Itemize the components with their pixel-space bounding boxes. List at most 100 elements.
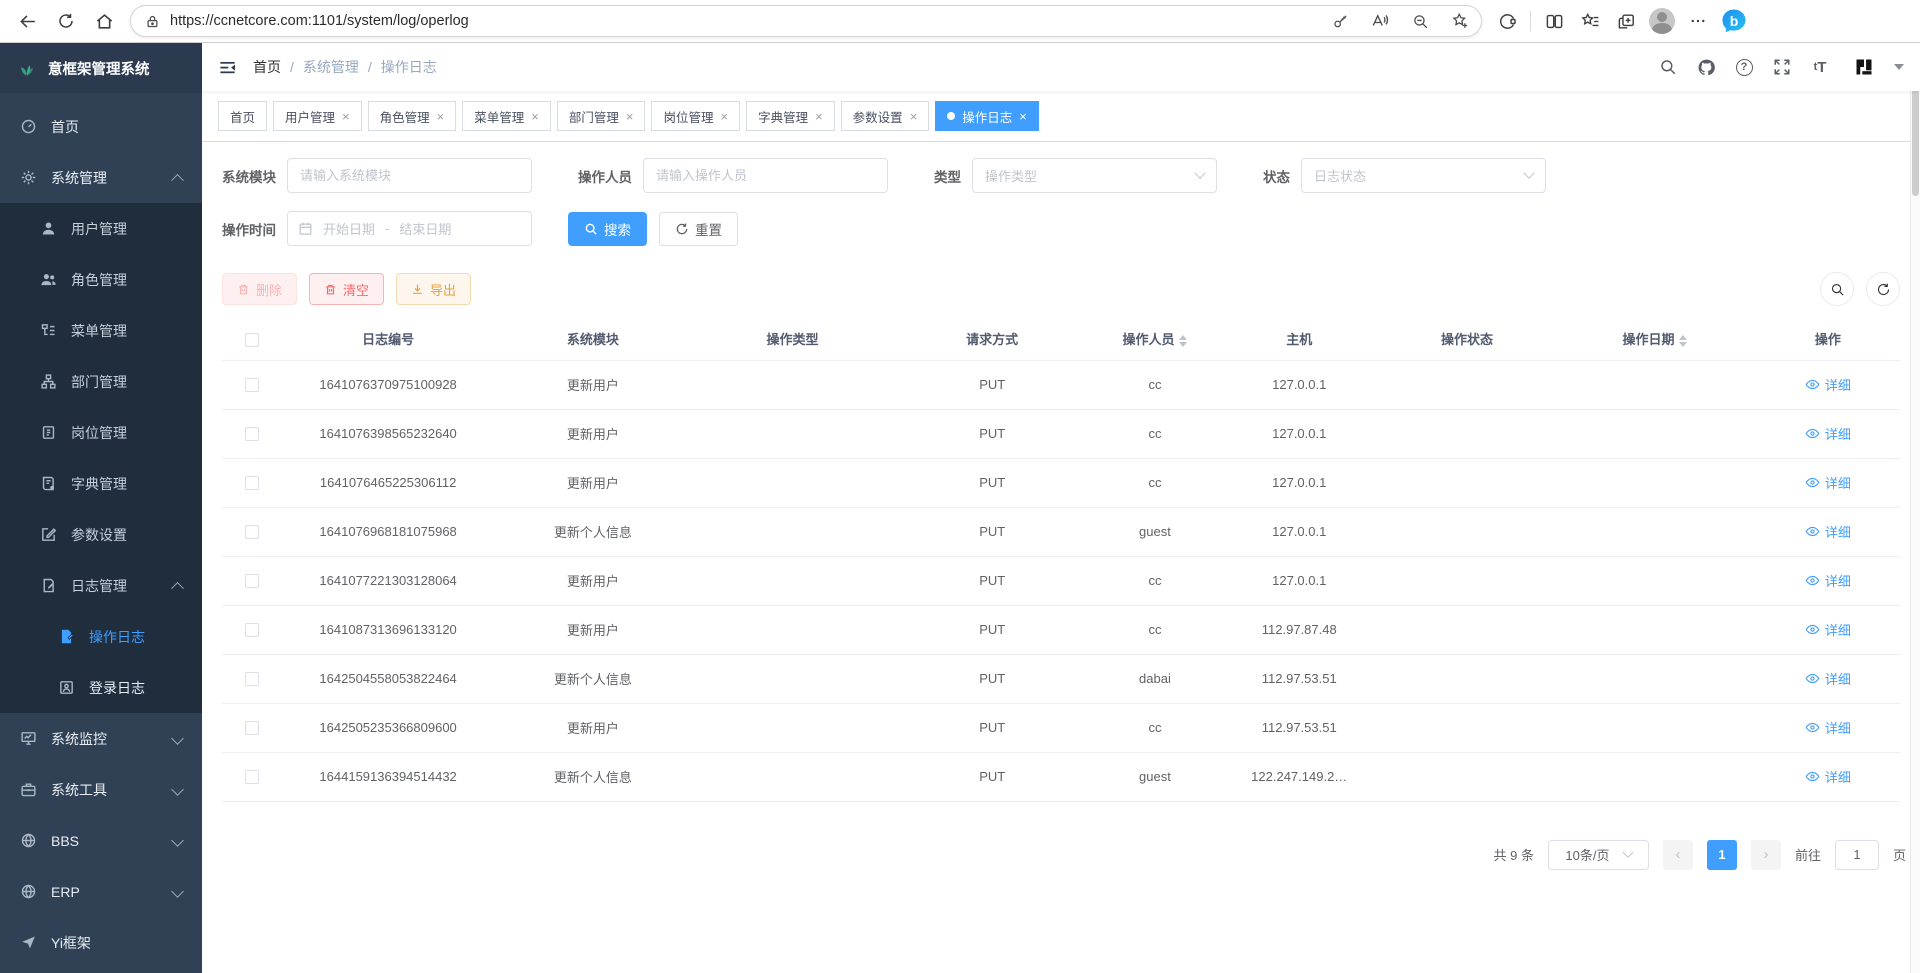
address-bar[interactable]: https://ccnetcore.com:1101/system/log/op…: [130, 5, 1482, 37]
lock-icon[interactable]: [145, 14, 160, 29]
detail-link[interactable]: 详细: [1805, 620, 1851, 639]
sidebar-item-oper-log[interactable]: 操作日志: [0, 611, 202, 662]
browser-back-button[interactable]: [10, 4, 46, 38]
sidebar-item-tools[interactable]: 系统工具: [0, 764, 202, 815]
browser-profile-avatar[interactable]: [1645, 4, 1679, 38]
browser-menu-icon[interactable]: [1681, 4, 1715, 38]
detail-link[interactable]: 详细: [1805, 669, 1851, 688]
tab-post-mgmt[interactable]: 岗位管理×: [651, 101, 740, 131]
detail-link[interactable]: 详细: [1805, 424, 1851, 443]
split-screen-icon[interactable]: [1537, 4, 1571, 38]
export-button[interactable]: 导出: [396, 273, 471, 305]
sidebar-item-home[interactable]: 首页: [0, 101, 202, 152]
sidebar-item-role-mgmt[interactable]: 角色管理: [0, 254, 202, 305]
page-scrollbar[interactable]: [1910, 43, 1920, 973]
browser-refresh-button[interactable]: [48, 4, 84, 38]
sidebar-item-erp[interactable]: ERP: [0, 866, 202, 917]
detail-link[interactable]: 详细: [1805, 767, 1851, 786]
sidebar-item-login-log[interactable]: 登录日志: [0, 662, 202, 713]
read-aloud-icon[interactable]: [1365, 7, 1395, 35]
sidebar-item-post-mgmt[interactable]: 岗位管理: [0, 407, 202, 458]
sidebar-item-monitor[interactable]: 系统监控: [0, 713, 202, 764]
status-select[interactable]: 日志状态: [1301, 158, 1546, 193]
breadcrumb-system[interactable]: 系统管理: [303, 57, 359, 77]
row-checkbox[interactable]: [245, 574, 259, 588]
goto-page-input[interactable]: [1835, 840, 1879, 870]
help-icon[interactable]: ?: [1734, 57, 1754, 77]
current-page-button[interactable]: 1: [1707, 840, 1737, 870]
date-range-picker[interactable]: 开始日期 - 结束日期: [287, 211, 532, 246]
tab-menu-mgmt[interactable]: 菜单管理×: [462, 101, 551, 131]
profile-caret-icon[interactable]: [1894, 64, 1904, 70]
refresh-table-button[interactable]: [1866, 272, 1900, 306]
sidebar-item-system[interactable]: 系统管理: [0, 152, 202, 203]
sidebar-item-param-settings[interactable]: 参数设置: [0, 509, 202, 560]
sidebar-item-yi-framework[interactable]: Yi框架: [0, 917, 202, 968]
sidebar-item-dict-mgmt[interactable]: 字典管理: [0, 458, 202, 509]
close-icon[interactable]: ×: [1019, 110, 1027, 123]
row-checkbox[interactable]: [245, 623, 259, 637]
font-size-icon[interactable]: tT: [1810, 57, 1830, 77]
password-key-icon[interactable]: [1325, 7, 1355, 35]
sidebar-item-menu-mgmt[interactable]: 菜单管理: [0, 305, 202, 356]
close-icon[interactable]: ×: [437, 110, 445, 123]
search-button[interactable]: 搜索: [568, 212, 647, 246]
tab-dict-mgmt[interactable]: 字典管理×: [746, 101, 835, 131]
bing-copilot-icon[interactable]: b: [1717, 4, 1751, 38]
delete-button[interactable]: 删除: [222, 273, 297, 305]
detail-link[interactable]: 详细: [1805, 718, 1851, 737]
close-icon[interactable]: ×: [815, 110, 823, 123]
detail-link[interactable]: 详细: [1805, 522, 1851, 541]
next-page-button[interactable]: ›: [1751, 840, 1781, 870]
sort-icon[interactable]: [1179, 335, 1187, 347]
sidebar-item-log-mgmt[interactable]: 日志管理: [0, 560, 202, 611]
detail-link[interactable]: 详细: [1805, 473, 1851, 492]
add-favorite-icon[interactable]: [1445, 7, 1475, 35]
tab-user-mgmt[interactable]: 用户管理×: [273, 101, 362, 131]
close-icon[interactable]: ×: [720, 110, 728, 123]
zoom-out-icon[interactable]: [1405, 7, 1435, 35]
operator-input[interactable]: [643, 158, 888, 193]
row-checkbox[interactable]: [245, 770, 259, 784]
collections-icon[interactable]: [1609, 4, 1643, 38]
row-checkbox[interactable]: [245, 476, 259, 490]
close-icon[interactable]: ×: [626, 110, 634, 123]
app-logo[interactable]: 意框架管理系统: [0, 43, 202, 93]
close-icon[interactable]: ×: [342, 110, 350, 123]
row-checkbox[interactable]: [245, 721, 259, 735]
col-date[interactable]: 操作日期: [1554, 318, 1755, 360]
sidebar-item-bbs[interactable]: BBS: [0, 815, 202, 866]
row-checkbox[interactable]: [245, 427, 259, 441]
close-icon[interactable]: ×: [531, 110, 539, 123]
tab-role-mgmt[interactable]: 角色管理×: [368, 101, 457, 131]
url-text[interactable]: https://ccnetcore.com:1101/system/log/op…: [170, 13, 1315, 29]
browser-home-button[interactable]: [86, 4, 122, 38]
detail-link[interactable]: 详细: [1805, 571, 1851, 590]
search-icon[interactable]: [1658, 57, 1678, 77]
clear-button[interactable]: 清空: [309, 273, 384, 305]
github-icon[interactable]: [1696, 57, 1716, 77]
tab-dept-mgmt[interactable]: 部门管理×: [557, 101, 646, 131]
row-checkbox[interactable]: [245, 525, 259, 539]
tab-oper-log[interactable]: 操作日志×: [935, 101, 1039, 131]
reset-button[interactable]: 重置: [659, 212, 738, 246]
show-search-button[interactable]: [1820, 272, 1854, 306]
fullscreen-icon[interactable]: [1772, 57, 1792, 77]
col-operator[interactable]: 操作人员: [1091, 318, 1219, 360]
type-select[interactable]: 操作类型: [972, 158, 1217, 193]
favorites-icon[interactable]: [1573, 4, 1607, 38]
tab-param-settings[interactable]: 参数设置×: [841, 101, 930, 131]
select-all-checkbox[interactable]: [245, 333, 259, 347]
extensions-icon[interactable]: [1490, 4, 1524, 38]
detail-link[interactable]: 详细: [1805, 375, 1851, 394]
page-size-select[interactable]: 10条/页: [1548, 840, 1649, 870]
row-checkbox[interactable]: [245, 378, 259, 392]
sidebar-item-dept-mgmt[interactable]: 部门管理: [0, 356, 202, 407]
close-icon[interactable]: ×: [910, 110, 918, 123]
row-checkbox[interactable]: [245, 672, 259, 686]
user-logo-avatar[interactable]: [1854, 57, 1874, 77]
sort-icon[interactable]: [1679, 335, 1687, 347]
tab-home[interactable]: 首页: [218, 101, 267, 131]
module-input[interactable]: [287, 158, 532, 193]
sidebar-fold-icon[interactable]: [218, 58, 237, 77]
